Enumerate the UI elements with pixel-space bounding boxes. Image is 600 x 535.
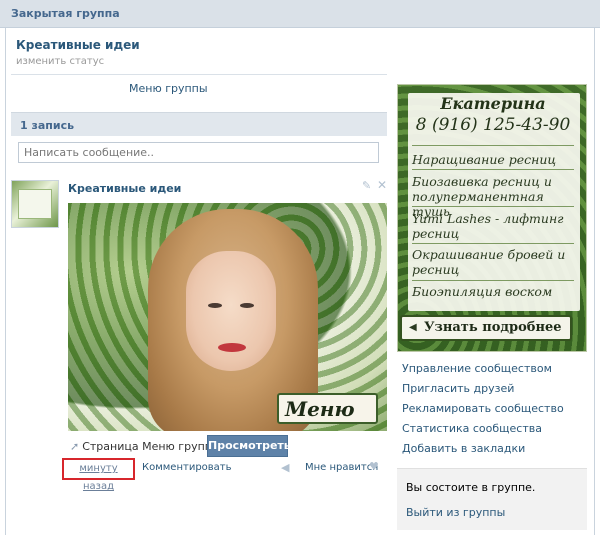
group-name: Креативные идеи — [16, 38, 140, 52]
ad-phone: 8 (916) 125-43-90 — [415, 115, 571, 135]
ad-divider — [412, 206, 574, 207]
megaphone-icon[interactable]: ◀ — [281, 461, 289, 474]
divider — [11, 74, 387, 75]
ad-divider — [412, 280, 574, 281]
pencil-icon[interactable]: ✎ — [362, 179, 371, 192]
view-button[interactable]: Просмотреть — [207, 435, 291, 457]
invite-friends-link[interactable]: Пригласить друзей — [402, 382, 514, 395]
photo-face — [186, 251, 276, 371]
close-icon[interactable]: ✕ — [377, 178, 387, 192]
ad-service-item: Yumi Lashes - лифтинг ресниц — [412, 211, 564, 241]
photo-lips — [218, 343, 246, 352]
like-link[interactable]: Мне нравится — [305, 462, 378, 473]
community-stats-link[interactable]: Статистика сообщества — [402, 422, 542, 435]
ad-divider — [412, 243, 574, 244]
membership-box: Вы состоите в группе. Выйти из группы — [397, 468, 587, 530]
photo-eye — [240, 303, 254, 308]
post-time-link[interactable]: минуту назад — [62, 458, 135, 492]
wiki-page-link[interactable]: ➚ Страница Меню группы — [70, 440, 221, 453]
learn-more-button[interactable]: ◀ Узнать подробнее — [400, 315, 572, 341]
leave-group-link[interactable]: Выйти из группы — [406, 506, 505, 519]
menu-banner-text: Меню — [285, 397, 355, 421]
post-avatar[interactable] — [11, 180, 59, 228]
photo-eye — [208, 303, 222, 308]
advertise-community-link[interactable]: Рекламировать сообщество — [402, 402, 564, 415]
advertisement-banner[interactable]: Екатерина 8 (916) 125-43-90 Наращивание … — [397, 84, 587, 352]
pin-icon: ➚ — [70, 440, 80, 453]
change-status-link[interactable]: изменить статус — [16, 56, 104, 67]
ad-service-item: Наращивание ресниц — [412, 152, 557, 167]
wiki-page-label: Страница Меню группы — [82, 440, 221, 453]
add-bookmark-link[interactable]: Добавить в закладки — [402, 442, 525, 455]
ad-name: Екатерина — [440, 94, 546, 113]
write-message-input[interactable] — [18, 142, 379, 163]
triangle-left-icon: ◀ — [409, 322, 417, 333]
ad-divider — [412, 169, 574, 170]
group-type-label: Закрытая группа — [11, 7, 120, 20]
posts-header: 1 запись — [11, 112, 387, 136]
posts-count[interactable]: 1 запись — [20, 119, 74, 132]
heart-icon[interactable]: ♥ — [369, 460, 379, 473]
membership-status: Вы состоите в группе. — [406, 481, 536, 494]
ad-service-item: Биоэпиляция воском — [412, 284, 553, 299]
top-bar: Закрытая группа — [0, 0, 600, 28]
group-menu-link[interactable]: Меню группы — [129, 82, 208, 95]
manage-community-link[interactable]: Управление сообществом — [402, 362, 552, 375]
ad-divider — [412, 145, 574, 146]
avatar-thumbnail — [18, 189, 52, 219]
learn-more-label: Узнать подробнее — [424, 320, 562, 335]
comment-link[interactable]: Комментировать — [142, 462, 232, 473]
ad-service-item: Окрашивание бровей и ресниц — [412, 247, 566, 277]
menu-banner: Меню — [277, 393, 378, 424]
post-author-link[interactable]: Креативные идеи — [68, 182, 181, 195]
